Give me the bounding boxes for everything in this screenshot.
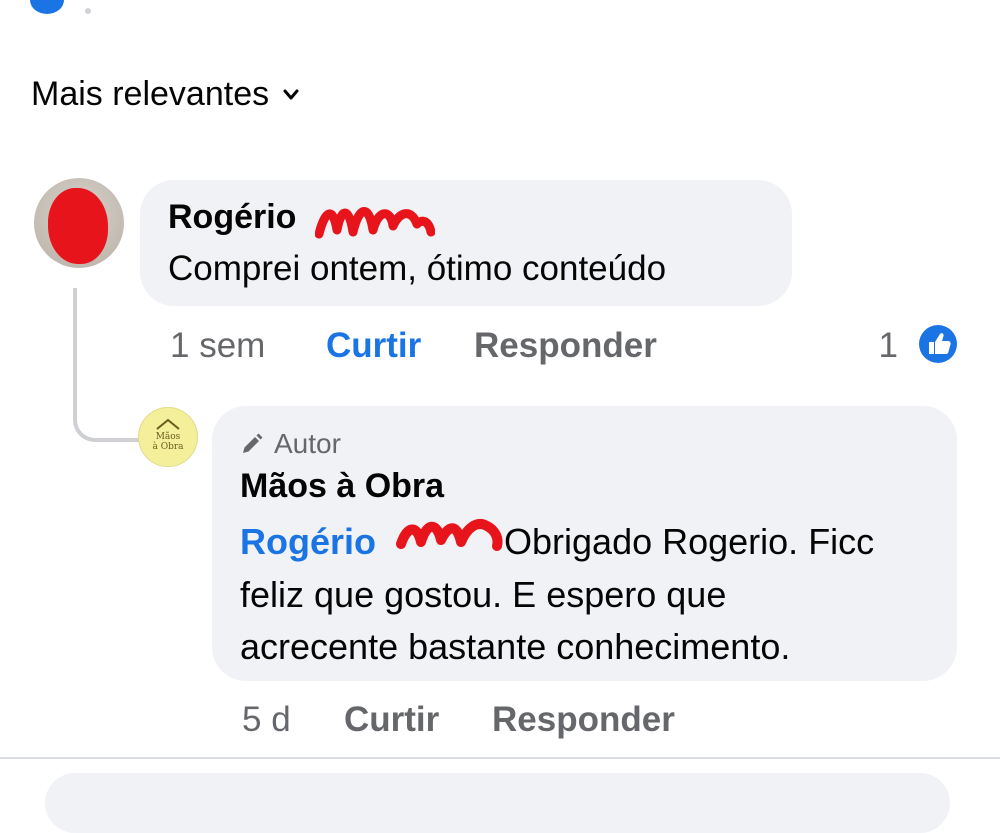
reaction-count[interactable]: 1 <box>879 326 898 366</box>
avatar-logo-text: Mãos <box>155 432 181 442</box>
divider <box>0 757 1000 759</box>
reply-reply-button[interactable]: Responder <box>492 700 675 740</box>
sort-dropdown[interactable]: Mais relevantes <box>31 75 299 114</box>
like-thumb-icon[interactable] <box>918 324 958 364</box>
reply-text-line: feliz que gostou. E espero que <box>240 574 727 615</box>
next-comment-bubble <box>45 773 950 833</box>
reply-timestamp[interactable]: 5 d <box>242 700 291 740</box>
redaction-mark <box>48 188 108 264</box>
comment-author-name[interactable]: Rogério <box>168 198 296 237</box>
partial-avatar <box>30 0 64 14</box>
redaction-scribble <box>315 207 435 239</box>
comment-like-button[interactable]: Curtir <box>326 326 421 366</box>
commenter-avatar[interactable] <box>34 178 124 268</box>
mention-link[interactable]: Rogério <box>240 521 376 562</box>
partial-dot <box>85 8 91 14</box>
reply-text-line: acrecente bastante conhecimento. <box>240 626 791 667</box>
thread-connector-line <box>73 288 139 442</box>
redaction-scribble <box>396 519 503 551</box>
avatar-logo-text: à Obra <box>152 442 184 452</box>
reply-like-button[interactable]: Curtir <box>344 700 439 740</box>
house-roof-icon <box>156 418 180 430</box>
comment-reply-button[interactable]: Responder <box>474 326 657 366</box>
comment-text: Comprei ontem, ótimo conteúdo <box>168 249 667 288</box>
comment-timestamp[interactable]: 1 sem <box>170 326 265 366</box>
chevron-down-icon <box>283 89 299 99</box>
reply-text: Rogério Obrigado Rogerio. Ficc feliz que… <box>212 406 957 681</box>
reply-text-line: Obrigado Rogerio. Ficc <box>494 521 875 562</box>
sort-label: Mais relevantes <box>31 75 270 113</box>
page-avatar[interactable]: Mãos à Obra <box>138 407 198 467</box>
